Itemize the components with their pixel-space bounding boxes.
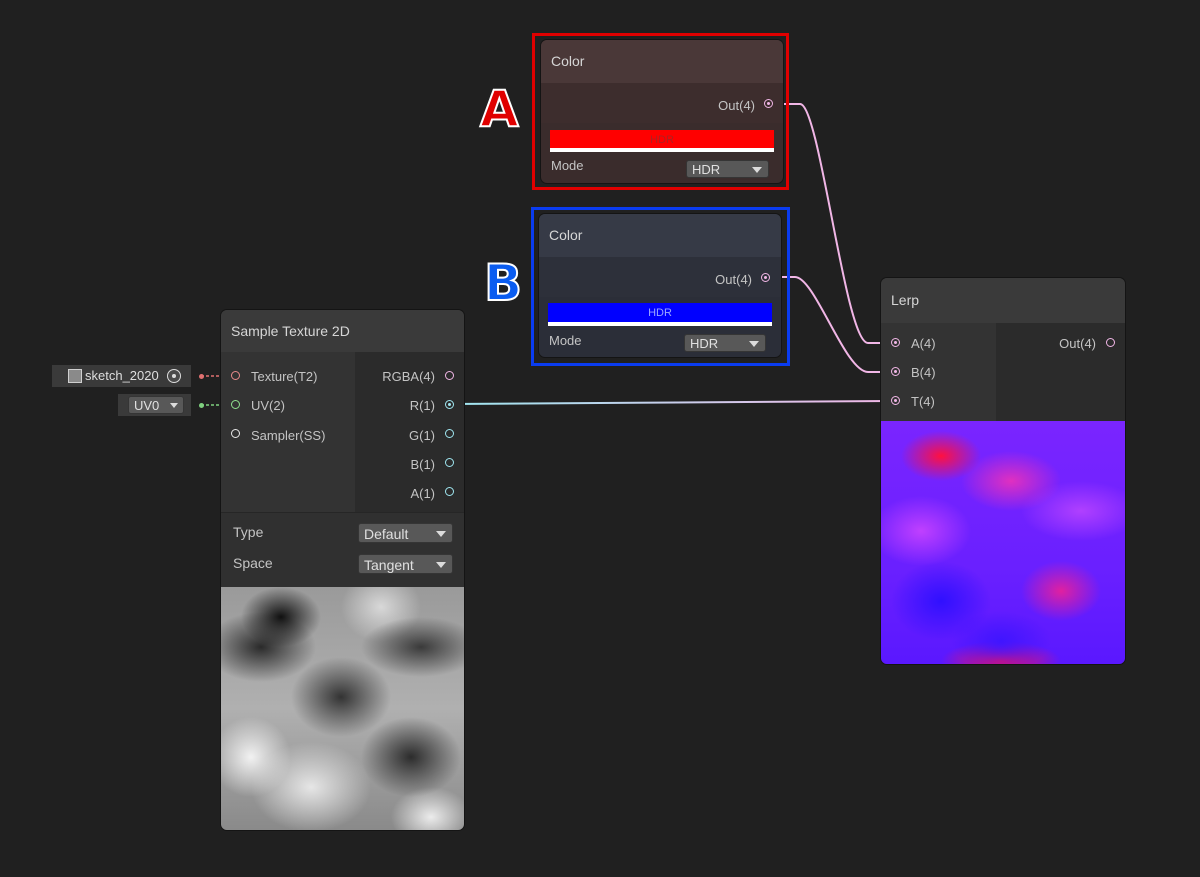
picker-dot [172, 374, 176, 378]
swatch-hdr-label: HDR [650, 134, 674, 146]
input-label: Sampler(SS) [251, 428, 326, 443]
uv-connector-dot [199, 403, 204, 408]
chevron-down-icon [436, 562, 446, 568]
type-dropdown[interactable]: Default [358, 523, 453, 543]
color-swatch[interactable]: HDR [550, 130, 774, 152]
texture-thumbnail-icon [68, 369, 82, 383]
input-label: T(4) [911, 394, 935, 409]
mode-label: Mode [549, 333, 582, 348]
r-output-port[interactable] [445, 400, 454, 409]
color-swatch[interactable]: HDR [548, 303, 772, 326]
uv-input-field[interactable]: UV0 [118, 394, 191, 416]
type-value: Default [364, 526, 409, 542]
rgba-output-port[interactable] [445, 371, 454, 380]
output-label: A(1) [410, 486, 435, 501]
lerp-preview [881, 421, 1125, 664]
mode-value: HDR [692, 162, 721, 177]
node-title: Color [541, 40, 783, 83]
chevron-down-icon [752, 167, 762, 173]
g-output-port[interactable] [445, 429, 454, 438]
space-value: Tangent [364, 557, 414, 573]
input-label: B(4) [911, 365, 936, 380]
mode-dropdown[interactable]: HDR [686, 160, 769, 178]
output-label: Out(4) [1059, 336, 1096, 351]
texture-connector-dot [199, 374, 204, 379]
texture-input-port[interactable] [231, 371, 240, 380]
node-title: Color [539, 214, 781, 257]
wire-r-to-lerp-t [450, 400, 896, 405]
t-input-port[interactable] [891, 396, 900, 405]
sample-texture-2d-node[interactable]: Sample Texture 2D Texture(T2) UV(2) Samp… [221, 310, 464, 830]
mode-dropdown[interactable]: HDR [684, 334, 766, 352]
mode-value: HDR [690, 336, 719, 351]
input-label: Texture(T2) [251, 369, 318, 384]
type-label: Type [233, 524, 264, 540]
space-label: Space [233, 555, 273, 571]
b-input-port[interactable] [891, 367, 900, 376]
uv-dropdown[interactable]: UV0 [128, 396, 184, 414]
chevron-down-icon [749, 341, 759, 347]
output-port[interactable] [761, 273, 770, 282]
output-label: B(1) [410, 457, 435, 472]
uv-value: UV0 [134, 398, 160, 413]
output-label: Out(4) [718, 98, 755, 113]
texture-input-field[interactable]: sketch_2020 [52, 365, 191, 387]
lerp-node[interactable]: Lerp A(4) B(4) T(4) Out(4) [881, 278, 1125, 664]
mode-label: Mode [551, 158, 584, 173]
callout-label-b: B [483, 253, 523, 313]
texture-preview [221, 587, 464, 830]
output-label: G(1) [409, 428, 435, 443]
space-dropdown[interactable]: Tangent [358, 554, 453, 574]
uv-input-port[interactable] [231, 400, 240, 409]
callout-label-a: A [479, 79, 520, 139]
chevron-down-icon [170, 403, 178, 408]
sampler-input-port[interactable] [231, 429, 240, 438]
output-port[interactable] [764, 99, 773, 108]
output-label: Out(4) [715, 272, 752, 287]
node-title: Sample Texture 2D [221, 310, 464, 352]
node-title: Lerp [881, 278, 1125, 323]
color-node-b[interactable]: Color Out(4) HDR Mode HDR [539, 214, 781, 357]
input-label: UV(2) [251, 398, 285, 413]
chevron-down-icon [436, 531, 446, 537]
swatch-hdr-label: HDR [648, 307, 672, 319]
output-label: RGBA(4) [382, 369, 435, 384]
out-output-port[interactable] [1106, 338, 1115, 347]
object-picker-icon[interactable] [167, 369, 181, 383]
color-node-a[interactable]: Color Out(4) HDR Mode HDR [541, 40, 783, 183]
output-label: R(1) [409, 398, 435, 413]
a-input-port[interactable] [891, 338, 900, 347]
b-output-port[interactable] [445, 458, 454, 467]
a-output-port[interactable] [445, 487, 454, 496]
input-label: A(4) [911, 336, 936, 351]
